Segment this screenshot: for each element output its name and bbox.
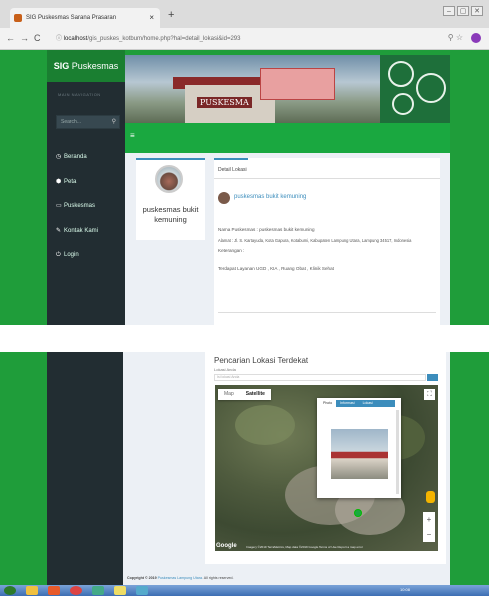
edit-icon: ✎: [56, 228, 62, 234]
zoom-in-button[interactable]: +: [423, 512, 435, 527]
clock-icon: ◷: [56, 154, 62, 160]
footer-copyright: Copyright © 2019 Puskesmas Lampung Utara…: [127, 576, 234, 580]
chrome-icon[interactable]: [70, 586, 82, 595]
tab-title: SIG Puskesmas Sarana Prasaran: [26, 15, 117, 21]
url-field[interactable]: ⓘ localhost/gis_puskes_kotbum/home.php?h…: [56, 33, 240, 42]
url-path: /gis_puskes_kotbum/home.php?hal=detail_l…: [87, 36, 241, 42]
map-type-satellite[interactable]: Satellite: [240, 389, 271, 400]
browser-tabbar: SIG Puskesmas Sarana Prasaran × + – ▢ ✕: [0, 0, 489, 28]
detail-line: Terdapat Layanan UGD , KIA , Ruang Obat …: [218, 266, 334, 271]
sidebar-item-puskesmas[interactable]: ▭ Puskesmas: [56, 202, 95, 209]
close-window-button[interactable]: ✕: [471, 6, 483, 16]
sidebar-item-peta[interactable]: ⬢ Peta: [56, 178, 76, 185]
detail-line: Nama Puskesmas : puskesmas bukit kemunin…: [218, 227, 315, 232]
fullscreen-icon[interactable]: ⛶: [424, 389, 435, 400]
detail-line: Alamat : Jl. S. Kartayuda, Kota Gapura, …: [218, 238, 412, 243]
sidebar-item-beranda[interactable]: ◷ Beranda: [56, 153, 87, 160]
map-type-control: Map Satellite: [218, 389, 271, 400]
sidebar-2: [47, 352, 123, 585]
zoom-control: + −: [423, 512, 435, 542]
brand-logo[interactable]: SIG Puskesmas: [47, 50, 125, 82]
map-type-map[interactable]: Map: [218, 389, 240, 400]
app-icon[interactable]: [92, 586, 104, 595]
top-navbar: [125, 123, 450, 153]
media-icon[interactable]: [48, 586, 60, 595]
power-icon: ⏻: [56, 252, 61, 258]
forward-icon[interactable]: →: [20, 33, 29, 43]
map-marker[interactable]: [354, 509, 362, 517]
banner-sign: [260, 68, 335, 100]
folder-icon[interactable]: [114, 586, 126, 595]
pegman-icon[interactable]: [426, 491, 435, 503]
ornament-pattern: [380, 55, 450, 123]
detail-line: Keterangan :: [218, 248, 245, 253]
zoom-out-button[interactable]: −: [423, 527, 435, 542]
map-icon: ⬢: [56, 179, 62, 185]
tab-detail-lokasi[interactable]: Detail Lokasi: [214, 158, 248, 178]
screenshot-detail: SIG Puskesmas Sarana Prasaran × + – ▢ ✕ ← …: [0, 0, 489, 325]
sidebar-header: MAIN NAVIGATION: [58, 92, 101, 97]
favicon-icon: [14, 14, 22, 22]
maximize-button[interactable]: ▢: [457, 6, 469, 16]
search-icon[interactable]: ⚲: [112, 116, 116, 128]
url-host: localhost: [63, 36, 88, 42]
detail-title-link[interactable]: puskesmas bukit kemuning: [234, 194, 306, 200]
building-sign: PUSKESMA: [197, 97, 252, 108]
search-placeholder: Search...: [61, 119, 82, 125]
taskbar-clock: 10:08: [400, 587, 411, 592]
sidebar-search-input[interactable]: Search... ⚲: [56, 115, 120, 129]
header-banner: PUSKESMA: [125, 55, 450, 123]
magnifier-icon[interactable]: ⚲ ☆: [448, 33, 463, 42]
puskesmas-photo: [331, 429, 388, 479]
info-window-tabs: Photo Informasi Lokasi: [319, 400, 395, 407]
tab-photo[interactable]: Photo: [319, 400, 337, 407]
profile-name: puskesmas bukit kemuning: [142, 205, 199, 224]
sidebar-item-login[interactable]: ⏻ Login: [56, 252, 79, 259]
search-location-button[interactable]: [427, 374, 438, 381]
address-bar-row: ← → C ⓘ localhost/gis_puskes_kotbum/home…: [0, 28, 489, 50]
reload-icon[interactable]: C: [34, 33, 41, 43]
tab-close-icon[interactable]: ×: [149, 8, 154, 28]
new-tab-button[interactable]: +: [168, 9, 174, 21]
tab-lokasi[interactable]: Lokasi: [359, 400, 377, 407]
app2-icon[interactable]: [136, 586, 148, 595]
map-attribution: Imagery ©2019 TerraMetrics, Map data ©20…: [246, 545, 363, 549]
info-window-scrollbar[interactable]: [396, 410, 399, 494]
start-icon[interactable]: [4, 586, 16, 595]
back-icon[interactable]: ←: [6, 33, 15, 43]
tab-informasi[interactable]: Informasi: [336, 400, 358, 407]
window-controls: – ▢ ✕: [441, 6, 483, 16]
menu-toggle-icon[interactable]: ≡: [130, 131, 135, 140]
browser-tab[interactable]: SIG Puskesmas Sarana Prasaran ×: [10, 8, 160, 28]
location-label: Lokasi Anda: [214, 367, 236, 372]
google-logo: Google: [216, 543, 237, 549]
post-avatar: [218, 192, 230, 204]
profile-icon[interactable]: [471, 33, 481, 43]
location-input[interactable]: Isi lokasi Anda: [214, 374, 426, 381]
footer-link[interactable]: Puskesmas Lampung Utara.: [157, 576, 203, 580]
explorer-icon[interactable]: [26, 586, 38, 595]
building-icon: ▭: [56, 203, 62, 209]
sidebar-item-kontak[interactable]: ✎ Kontak Kami: [56, 227, 98, 234]
minimize-button[interactable]: –: [443, 6, 455, 16]
puskesmas-avatar: [155, 165, 183, 193]
map-section-title: Pencarian Lokasi Terdekat: [214, 356, 309, 365]
